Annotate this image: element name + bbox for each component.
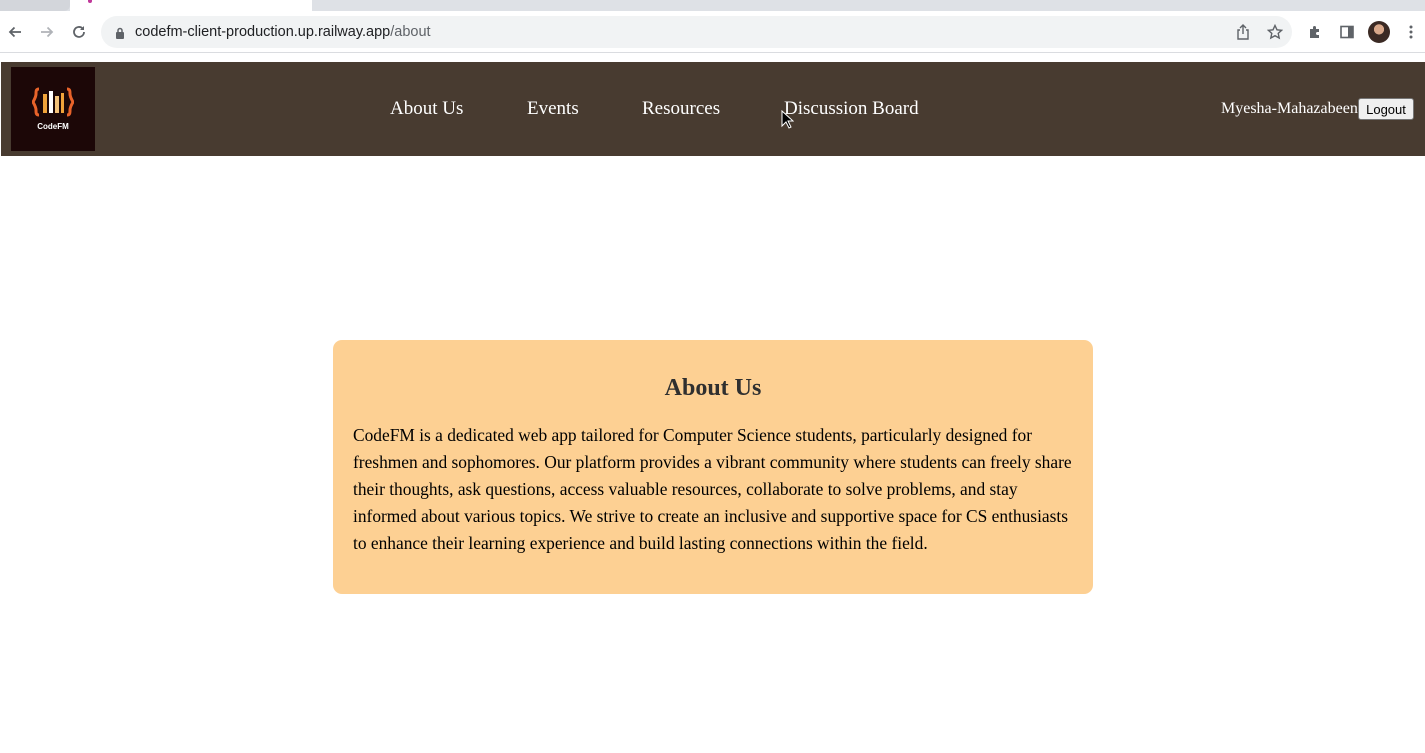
codefm-logo[interactable]: CodeFM — [11, 67, 95, 151]
nav-events[interactable]: Events — [527, 98, 579, 120]
browser-toolbar: codefm-client-production.up.railway.app/… — [0, 11, 1425, 53]
browser-tab-active[interactable] — [70, 0, 312, 11]
logo-mark-icon — [32, 87, 74, 117]
about-card: About Us CodeFM is a dedicated web app t… — [333, 340, 1093, 594]
lock-icon[interactable] — [115, 26, 125, 44]
nav-about-us[interactable]: About Us — [390, 98, 463, 120]
logout-button[interactable]: Logout — [1358, 98, 1414, 120]
forward-arrow-icon[interactable] — [34, 19, 60, 45]
share-icon[interactable] — [1234, 23, 1252, 41]
nav-resources[interactable]: Resources — [642, 98, 720, 120]
extensions-icon[interactable] — [1302, 19, 1328, 45]
reload-icon[interactable] — [66, 19, 92, 45]
profile-avatar[interactable] — [1368, 21, 1390, 43]
side-panel-icon[interactable] — [1334, 19, 1360, 45]
tab-favicon-icon — [88, 0, 92, 3]
about-description: CodeFM is a dedicated web app tailored f… — [353, 425, 1072, 553]
about-title: About Us — [664, 375, 762, 401]
back-arrow-icon[interactable] — [2, 19, 28, 45]
url-path: /about — [390, 24, 431, 40]
browser-tab-strip — [0, 0, 1425, 11]
menu-kebab-icon[interactable] — [1398, 19, 1424, 45]
username-label: Myesha-Mahazabeen — [1221, 100, 1358, 117]
site-header: CodeFM About Us Events Resources Discuss… — [1, 62, 1425, 156]
nav-discussion-board[interactable]: Discussion Board — [784, 98, 919, 120]
browser-tab-inactive[interactable] — [0, 0, 70, 11]
logo-text: CodeFM — [37, 122, 69, 131]
mouse-cursor-icon — [781, 110, 794, 129]
url-host: codefm-client-production.up.railway.app — [135, 24, 391, 40]
bookmark-star-icon[interactable] — [1266, 23, 1284, 41]
url-text[interactable]: codefm-client-production.up.railway.app/… — [135, 24, 431, 40]
address-bar[interactable]: codefm-client-production.up.railway.app/… — [101, 16, 1292, 48]
